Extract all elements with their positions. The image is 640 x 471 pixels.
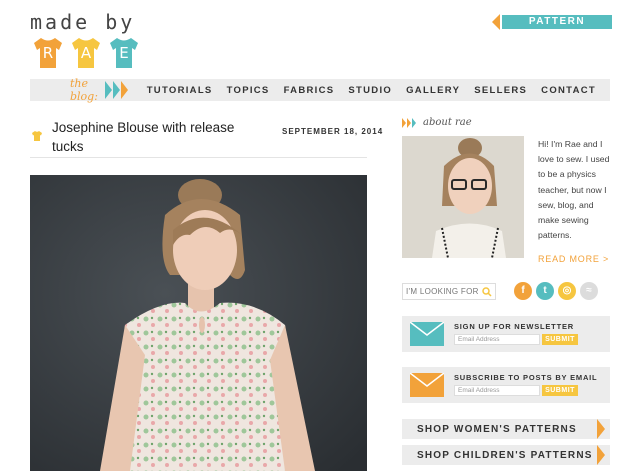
site-logo[interactable]: made by R A E xyxy=(30,10,150,70)
blog-tag: the blog: xyxy=(70,77,98,103)
shop-womens-button[interactable]: SHOP WOMEN'S PATTERNS xyxy=(402,419,610,439)
read-more-link[interactable]: READ MORE > xyxy=(538,254,609,264)
about-photo xyxy=(402,136,524,258)
chevron-left-icon xyxy=(492,14,500,30)
email-subscribe: SUBSCRIBE TO POSTS BY EMAIL Email Addres… xyxy=(402,367,610,403)
nav-item-tutorials[interactable]: TUTORIALS xyxy=(147,85,213,96)
newsletter-title: SIGN UP FOR NEWSLETTER xyxy=(454,322,574,331)
main-nav: the blog: TUTORIALS TOPICS FABRICS STUDI… xyxy=(30,77,610,103)
facebook-icon[interactable]: f xyxy=(514,282,532,300)
about-label: about rae xyxy=(423,117,472,128)
post-photo[interactable] xyxy=(30,175,367,471)
newsletter-email-input[interactable]: Email Address xyxy=(454,334,540,345)
tshirt-icon-a: A xyxy=(68,35,104,71)
nav-item-gallery[interactable]: GALLERY xyxy=(406,85,460,96)
email-posts-submit-button[interactable]: SUBMIT xyxy=(542,385,578,396)
about-heading: about rae xyxy=(402,117,472,128)
nav-item-contact[interactable]: CONTACT xyxy=(541,85,596,96)
twitter-icon[interactable]: t xyxy=(536,282,554,300)
nav-chevrons-icon xyxy=(104,81,129,99)
tshirt-icon-e: E xyxy=(106,35,142,71)
logo-text: made by xyxy=(30,10,136,34)
instagram-icon[interactable]: ◎ xyxy=(558,282,576,300)
shop-womens-label: SHOP WOMEN'S PATTERNS xyxy=(417,423,577,435)
search-input[interactable]: I'M LOOKING FOR xyxy=(402,283,496,300)
newsletter-signup: SIGN UP FOR NEWSLETTER Email Address SUB… xyxy=(402,316,610,352)
nav-item-topics[interactable]: TOPICS xyxy=(227,85,270,96)
search-icon[interactable] xyxy=(482,287,492,297)
email-posts-title: SUBSCRIBE TO POSTS BY EMAIL xyxy=(454,373,598,382)
envelope-icon xyxy=(410,373,444,397)
about-text: Hi! I'm Rae and I love to sew. I used to… xyxy=(538,139,610,241)
logo-shirts: R A E xyxy=(30,35,142,71)
shop-childrens-button[interactable]: SHOP CHILDREN'S PATTERNS xyxy=(402,445,610,465)
chevron-right-icon xyxy=(597,419,605,439)
shop-childrens-label: SHOP CHILDREN'S PATTERNS xyxy=(417,449,593,461)
divider xyxy=(30,157,367,158)
search-placeholder: I'M LOOKING FOR xyxy=(406,287,479,296)
tshirt-icon-r: R xyxy=(30,35,66,71)
newsletter-submit-button[interactable]: SUBMIT xyxy=(542,334,578,345)
rss-icon[interactable]: ≈ xyxy=(580,282,598,300)
post-title[interactable]: Josephine Blouse with release tucks xyxy=(52,118,262,156)
email-posts-input[interactable]: Email Address xyxy=(454,385,540,396)
nav-item-studio[interactable]: STUDIO xyxy=(348,85,392,96)
chevron-right-icon xyxy=(597,445,605,465)
tshirt-icon xyxy=(32,131,42,141)
envelope-icon xyxy=(410,322,444,346)
pattern-shop-label: PATTERN SHOP xyxy=(502,15,612,41)
social-icons: f t ◎ ≈ xyxy=(514,282,598,300)
pattern-shop-link[interactable]: PATTERN SHOP xyxy=(492,14,612,41)
nav-item-sellers[interactable]: SELLERS xyxy=(474,85,527,96)
nav-item-fabrics[interactable]: FABRICS xyxy=(284,85,335,96)
post-date: SEPTEMBER 18, 2014 xyxy=(282,127,384,136)
